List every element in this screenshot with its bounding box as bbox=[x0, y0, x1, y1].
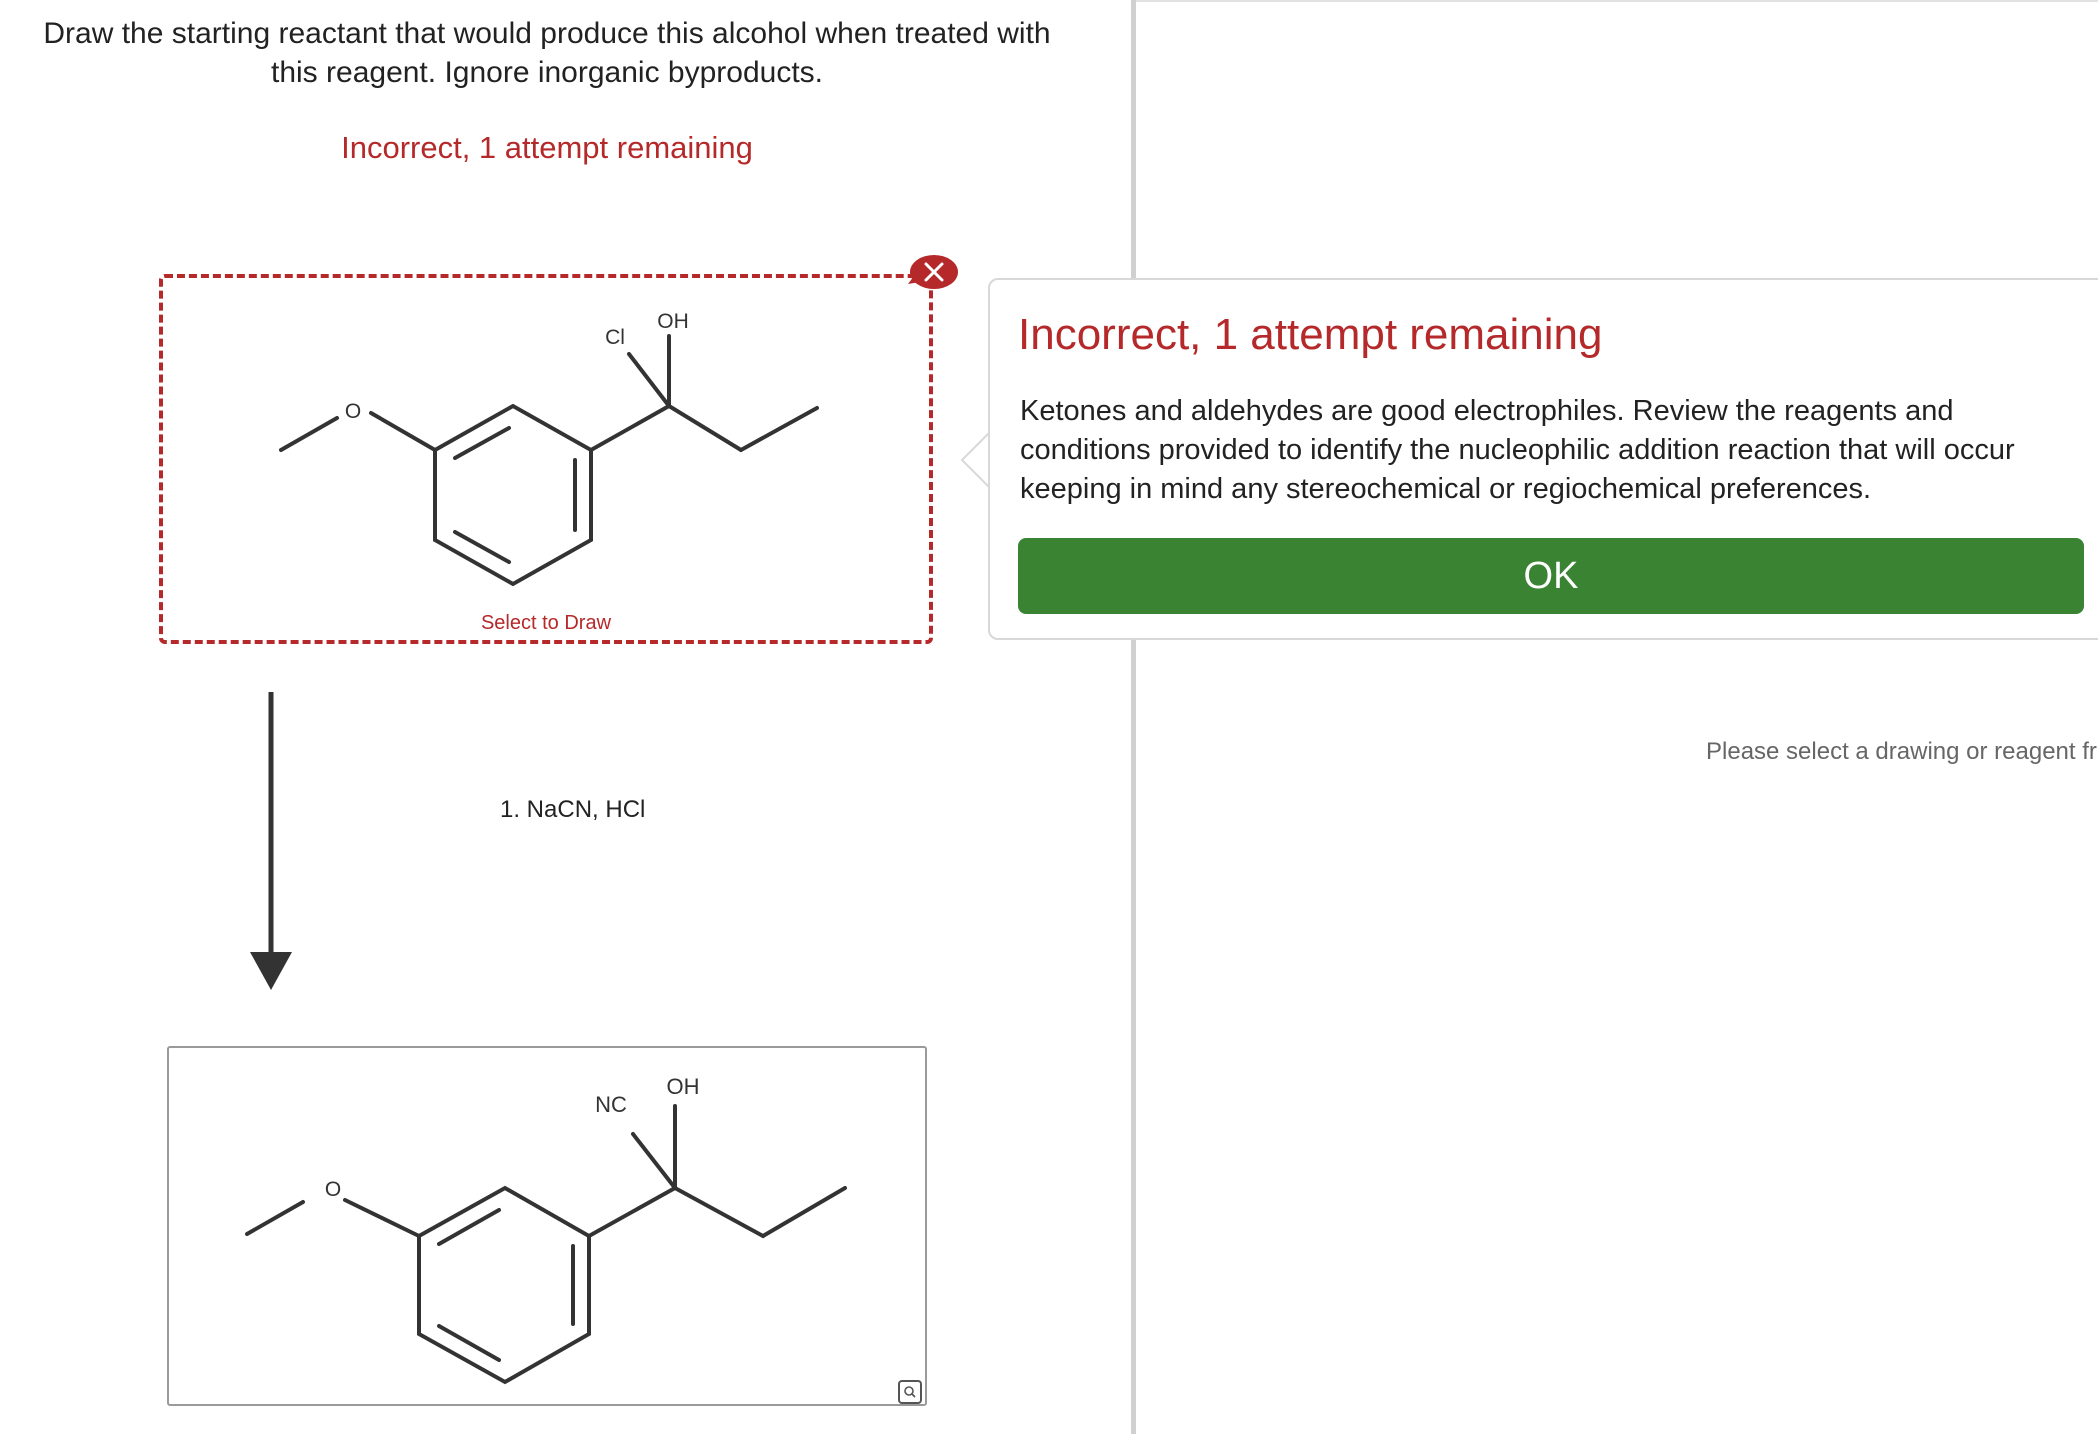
product-structure: O NC OH bbox=[245, 1074, 847, 1385]
ok-button[interactable]: OK bbox=[1018, 538, 2084, 614]
ethyl-bond bbox=[739, 406, 819, 452]
methyl-bond bbox=[279, 416, 339, 452]
product-structure-box: O NC OH bbox=[167, 1046, 927, 1406]
ring-substituent-bond bbox=[589, 404, 671, 452]
ring-double-bond bbox=[437, 1324, 501, 1362]
nitrile-bond bbox=[631, 1132, 677, 1190]
benzene-ring bbox=[417, 1185, 591, 1385]
chloro-bond bbox=[627, 352, 671, 408]
reagent-label[interactable]: 1. NaCN, HCl bbox=[500, 796, 645, 824]
hydroxyl-label: OH bbox=[657, 310, 689, 333]
ring-double-bond bbox=[437, 1208, 501, 1246]
reaction-arrow bbox=[250, 692, 292, 990]
question-line-1: Draw the starting reactant that would pr… bbox=[43, 17, 1051, 50]
panel-divider bbox=[1131, 0, 1136, 1434]
reactant-draw-area[interactable]: O Cl OH Select to Draw bbox=[159, 274, 933, 644]
magnifier-icon bbox=[904, 1386, 916, 1398]
ether-bond bbox=[369, 411, 437, 452]
chlorine-label: Cl bbox=[605, 326, 625, 349]
side-panel-hint: Please select a drawing or reagent fr bbox=[1706, 738, 2097, 765]
page: Draw the starting reactant that would pr… bbox=[0, 0, 2098, 1434]
benzene-ring bbox=[433, 403, 593, 587]
ethyl-bond bbox=[673, 1186, 765, 1238]
popover-caret bbox=[960, 430, 992, 490]
oxygen-label: O bbox=[345, 400, 361, 423]
ring-substituent-bond bbox=[587, 1186, 677, 1238]
select-to-draw-label: Select to Draw bbox=[480, 612, 612, 634]
oxygen-label: O bbox=[325, 1178, 341, 1201]
methyl-bond bbox=[245, 1200, 305, 1236]
hydroxyl-label: OH bbox=[667, 1074, 700, 1099]
feedback-message: Ketones and aldehydes are good electroph… bbox=[1020, 395, 2015, 505]
feedback-popover: Incorrect, 1 attempt remaining Ketones a… bbox=[988, 278, 2098, 640]
ethyl-bond bbox=[667, 404, 743, 452]
feedback-title: Incorrect, 1 attempt remaining bbox=[1018, 310, 1603, 359]
question-line-2: this reagent. Ignore inorganic byproduct… bbox=[271, 56, 823, 89]
attempt-status: Incorrect, 1 attempt remaining bbox=[341, 130, 753, 165]
question-text: Draw the starting reactant that would pr… bbox=[0, 14, 1094, 92]
ether-bond bbox=[343, 1198, 421, 1238]
nitrile-label: NC bbox=[595, 1092, 627, 1117]
ethyl-bond bbox=[761, 1186, 847, 1238]
reactant-structure: O Cl OH bbox=[279, 310, 819, 587]
top-border bbox=[1136, 0, 2098, 2]
close-icon[interactable] bbox=[906, 254, 958, 292]
zoom-button[interactable] bbox=[898, 1380, 922, 1404]
